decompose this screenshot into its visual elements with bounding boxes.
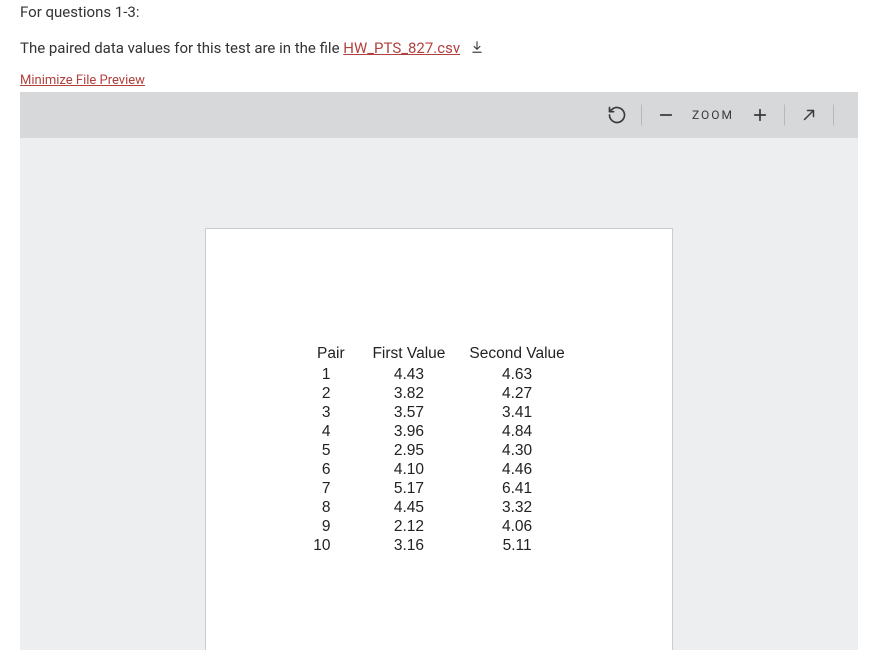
cell-second: 4.27 [457, 384, 576, 403]
rotate-icon[interactable] [599, 97, 635, 133]
preview-toolbar: ZOOM [20, 92, 858, 138]
cell-second: 6.41 [457, 479, 576, 498]
cell-second: 3.41 [457, 403, 576, 422]
cell-second: 4.30 [457, 441, 576, 460]
cell-second: 4.46 [457, 460, 576, 479]
cell-first: 4.43 [360, 365, 457, 384]
toolbar-separator [833, 104, 834, 126]
cell-pair: 4 [301, 422, 360, 441]
fullscreen-icon[interactable] [791, 97, 827, 133]
table-row: 64.104.46 [301, 460, 577, 479]
download-icon[interactable] [470, 40, 484, 58]
cell-first: 3.57 [360, 403, 457, 422]
table-row: 103.165.11 [301, 536, 577, 555]
cell-pair: 7 [301, 479, 360, 498]
table-row: 84.453.32 [301, 498, 577, 517]
intro-text-1: For questions 1-3: [20, 3, 858, 21]
cell-pair: 6 [301, 460, 360, 479]
cell-first: 3.82 [360, 384, 457, 403]
preview-viewport[interactable]: Pair First Value Second Value 14.434.632… [20, 138, 858, 650]
cell-pair: 3 [301, 403, 360, 422]
cell-pair: 8 [301, 498, 360, 517]
cell-first: 2.95 [360, 441, 457, 460]
cell-second: 5.11 [457, 536, 576, 555]
toolbar-separator [784, 104, 785, 126]
cell-first: 3.96 [360, 422, 457, 441]
document-page: Pair First Value Second Value 14.434.632… [205, 228, 673, 650]
table-row: 75.176.41 [301, 479, 577, 498]
table-row: 23.824.27 [301, 384, 577, 403]
cell-pair: 9 [301, 517, 360, 536]
zoom-label: ZOOM [684, 108, 742, 122]
cell-pair: 2 [301, 384, 360, 403]
table-row: 52.954.30 [301, 441, 577, 460]
table-row: 43.964.84 [301, 422, 577, 441]
cell-second: 3.32 [457, 498, 576, 517]
col-header-first: First Value [360, 345, 457, 365]
cell-first: 4.10 [360, 460, 457, 479]
cell-first: 3.16 [360, 536, 457, 555]
minimize-file-preview-link[interactable]: Minimize File Preview [20, 73, 145, 88]
cell-pair: 5 [301, 441, 360, 460]
cell-first: 4.45 [360, 498, 457, 517]
cell-first: 2.12 [360, 517, 457, 536]
file-preview: ZOOM Pair First Value Second Value 14.43… [20, 92, 858, 650]
zoom-in-button[interactable] [742, 97, 778, 133]
cell-second: 4.06 [457, 517, 576, 536]
col-header-pair: Pair [301, 345, 360, 365]
intro-text-2: The paired data values for this test are… [20, 39, 858, 58]
cell-second: 4.84 [457, 422, 576, 441]
toolbar-separator [641, 104, 642, 126]
cell-pair: 10 [301, 536, 360, 555]
col-header-second: Second Value [457, 345, 576, 365]
table-row: 14.434.63 [301, 365, 577, 384]
zoom-out-button[interactable] [648, 97, 684, 133]
data-table: Pair First Value Second Value 14.434.632… [301, 345, 577, 555]
cell-pair: 1 [301, 365, 360, 384]
cell-first: 5.17 [360, 479, 457, 498]
file-link[interactable]: HW_PTS_827.csv [343, 39, 460, 57]
intro-prefix: The paired data values for this test are… [20, 39, 343, 57]
cell-second: 4.63 [457, 365, 576, 384]
table-row: 92.124.06 [301, 517, 577, 536]
table-row: 33.573.41 [301, 403, 577, 422]
